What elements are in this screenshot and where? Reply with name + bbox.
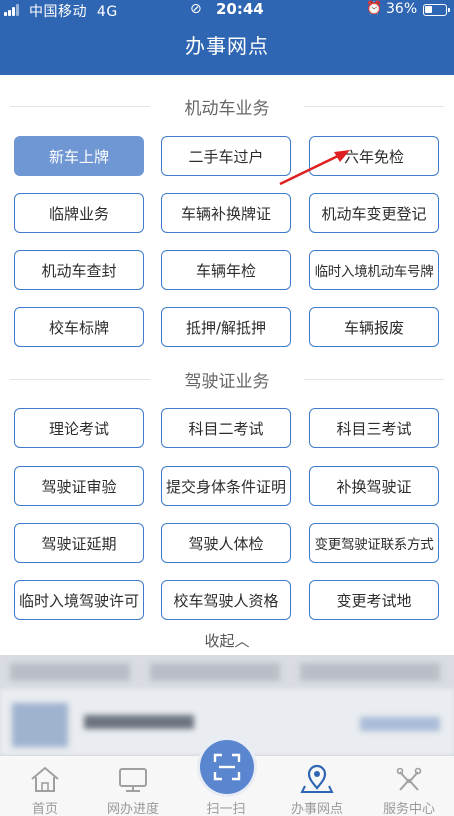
service-button-replace-plate[interactable]: 车辆补换牌证 — [161, 193, 291, 233]
collapse-toggle[interactable]: 收起︿ — [0, 630, 454, 651]
service-button-mortgage[interactable]: 抵押/解抵押 — [161, 307, 291, 347]
scan-button[interactable] — [200, 740, 254, 794]
service-button-subject-three-exam[interactable]: 科目三考试 — [309, 408, 439, 448]
service-button-school-bus-sign[interactable]: 校车标牌 — [14, 307, 144, 347]
service-button-health-certificate[interactable]: 提交身体条件证明 — [161, 466, 291, 506]
status-bar: 中国移动 4G ⊘ 20:44 ⏰ 36% — [0, 0, 454, 20]
tab-service-center-label: 服务中心 — [382, 802, 435, 816]
service-button-vehicle-change-register[interactable]: 机动车变更登记 — [309, 193, 439, 233]
annotation-arrow-icon — [279, 150, 350, 186]
tab-progress-label: 网办进度 — [106, 802, 159, 816]
tab-service-center[interactable]: 服务中心 — [364, 756, 454, 816]
service-button-new-car-plate[interactable]: 新车上牌 — [14, 136, 144, 176]
battery-percent: 36% — [386, 1, 418, 17]
service-button-temp-entry-license[interactable]: 临时入境驾驶许可 — [14, 580, 144, 620]
alarm-icon: ⏰ — [366, 1, 383, 16]
service-button-driver-health-check[interactable]: 驾驶人体检 — [161, 523, 291, 563]
status-time: 20:44 — [216, 0, 264, 18]
service-button-change-contact[interactable]: 变更驾驶证联系方式 — [309, 523, 439, 563]
service-button-subject-two-exam[interactable]: 科目二考试 — [161, 408, 291, 448]
tab-progress[interactable]: 网办进度 — [88, 756, 178, 816]
battery-icon — [423, 4, 450, 16]
service-button-temp-plate[interactable]: 临牌业务 — [14, 193, 144, 233]
service-button-school-bus-driver[interactable]: 校车驾驶人资格 — [161, 580, 291, 620]
signal-icon — [4, 4, 22, 16]
scan-icon — [213, 753, 241, 781]
service-button-temp-entry-plate[interactable]: 临时入境机动车号牌 — [309, 250, 439, 290]
service-button-theory-exam[interactable]: 理论考试 — [14, 408, 144, 448]
carrier-label: 中国移动 4G — [29, 4, 118, 20]
service-button-annual-inspection[interactable]: 车辆年检 — [161, 250, 291, 290]
service-button-license-extension[interactable]: 驾驶证延期 — [14, 523, 144, 563]
map-pin-icon — [300, 764, 334, 793]
tab-home-label: 首页 — [31, 802, 58, 816]
service-button-change-exam-location[interactable]: 变更考试地 — [309, 580, 439, 620]
tab-service-points-label: 办事网点 — [290, 802, 343, 816]
page-title: 办事网点 — [185, 34, 269, 58]
service-button-replace-license[interactable]: 补换驾驶证 — [309, 466, 439, 506]
tab-home[interactable]: 首页 — [0, 756, 90, 816]
section-title-license: 驾驶证业务 — [0, 367, 454, 392]
service-icon — [396, 767, 422, 791]
home-icon — [31, 766, 59, 792]
link-icon: ⊘ — [190, 1, 202, 17]
service-button-scrap-vehicle[interactable]: 车辆报废 — [309, 307, 439, 347]
service-button-vehicle-seizure[interactable]: 机动车查封 — [14, 250, 144, 290]
header: 中国移动 4G ⊘ 20:44 ⏰ 36% 办事网点 — [0, 0, 454, 75]
tab-service-points[interactable]: 办事网点 — [272, 756, 362, 816]
section-title-vehicle: 机动车业务 — [0, 94, 454, 119]
monitor-icon — [119, 768, 147, 792]
tab-scan-label: 扫一扫 — [206, 802, 246, 816]
service-button-license-review[interactable]: 驾驶证审验 — [14, 466, 144, 506]
